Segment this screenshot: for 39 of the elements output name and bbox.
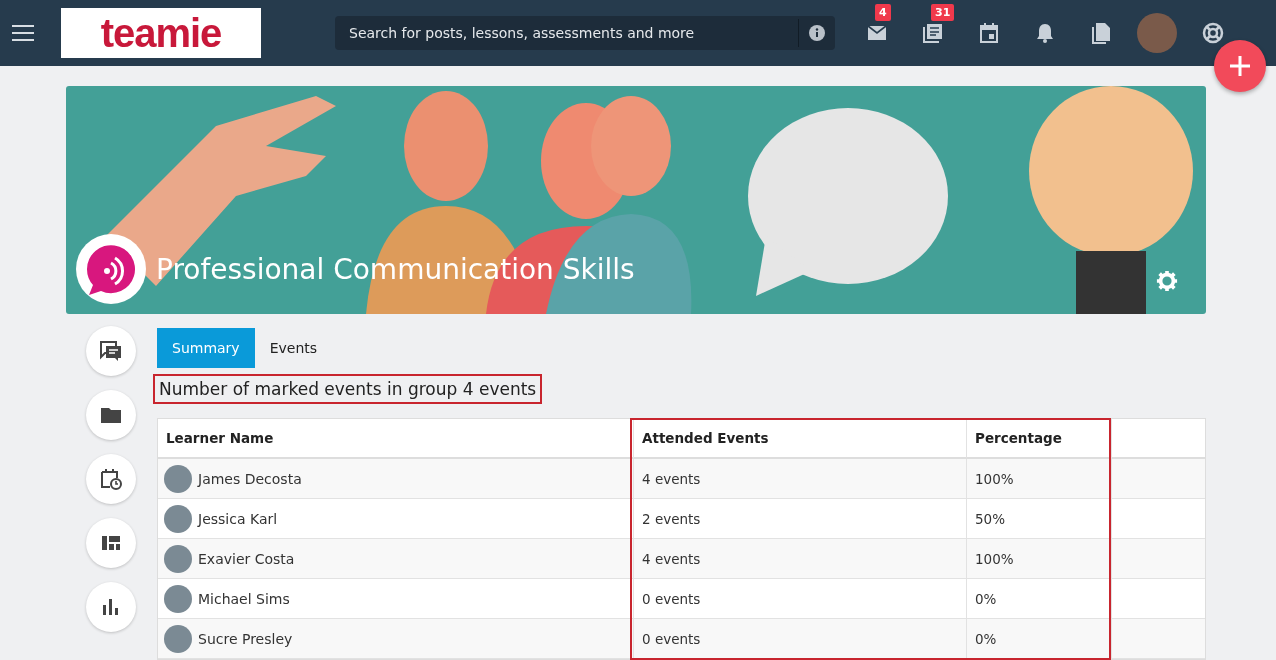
- learner-name: Sucre Presley: [198, 630, 293, 647]
- count-badge: 4: [875, 4, 891, 21]
- info-icon[interactable]: [809, 25, 825, 41]
- tab[interactable]: Summary: [157, 328, 255, 368]
- tab[interactable]: Events: [254, 328, 333, 368]
- discussion-button[interactable]: [86, 326, 136, 376]
- learner-name: James Decosta: [198, 470, 302, 487]
- menu-icon[interactable]: [12, 25, 34, 41]
- search-field[interactable]: Search for posts, lessons, assessments and more: [335, 16, 835, 50]
- news-icon[interactable]: [921, 21, 945, 45]
- avatar-placeholder: [164, 624, 192, 653]
- dashboard-button[interactable]: [86, 518, 136, 568]
- help-icon[interactable]: [1201, 21, 1225, 45]
- table-cell: 100%: [966, 539, 1111, 579]
- schedule-button[interactable]: [86, 454, 136, 504]
- avatar-placeholder: [164, 504, 192, 533]
- folder-button[interactable]: [86, 390, 136, 440]
- table-cell: 4 events: [633, 539, 966, 579]
- discussion-icon: [99, 339, 123, 363]
- table-cell: 0%: [966, 619, 1111, 659]
- schedule-icon: [99, 467, 123, 491]
- chart-button[interactable]: [86, 582, 136, 632]
- learner-name: Michael Sims: [198, 590, 290, 607]
- logo[interactable]: teamie: [61, 8, 261, 58]
- learner-name: Exavier Costa: [198, 550, 295, 567]
- table-cell: 4 events: [633, 459, 966, 499]
- calendar-icon[interactable]: [977, 21, 1001, 45]
- docs-icon[interactable]: [1089, 21, 1113, 45]
- avatar-placeholder: [164, 584, 192, 613]
- plus-icon: [1228, 54, 1252, 78]
- settings-icon[interactable]: [1156, 270, 1178, 292]
- avatar-placeholder: [164, 544, 192, 573]
- count-badge: 31: [931, 4, 955, 21]
- table-cell: 100%: [966, 459, 1111, 499]
- learner-name: Jessica Karl: [198, 510, 278, 527]
- table-cell: 0 events: [633, 619, 966, 659]
- avatar-placeholder: [164, 464, 192, 493]
- summary-text: Number of marked events in group 4 events: [153, 374, 543, 404]
- add-button[interactable]: [1214, 40, 1266, 92]
